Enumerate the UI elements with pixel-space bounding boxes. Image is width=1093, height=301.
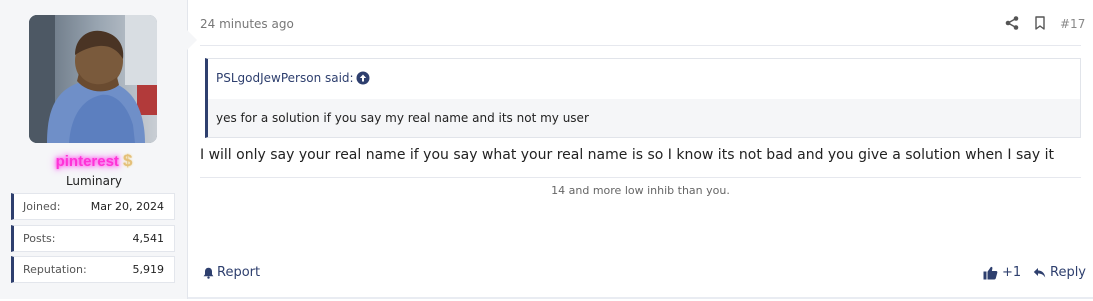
username[interactable]: pinterest: [56, 153, 119, 170]
quote-block: PSLgodJewPerson said: yes for a solution…: [205, 58, 1081, 138]
stat-label: Posts:: [23, 232, 56, 245]
stat-value: 5,919: [132, 263, 165, 276]
user-sidebar: pinterest $ Luminary Joined: Mar 20, 2024…: [0, 0, 188, 299]
user-signature: 14 and more low inhib than you.: [551, 184, 730, 197]
stat-label: Joined:: [23, 200, 61, 213]
stat-value: Mar 20, 2024: [90, 200, 164, 213]
quote-body: yes for a solution if you say my real na…: [208, 99, 1080, 137]
like-count: +1: [1002, 265, 1022, 280]
bookmark-icon[interactable]: [1034, 16, 1046, 30]
forum-post: pinterest $ Luminary Joined: Mar 20, 2024…: [0, 0, 1093, 299]
reply-arrow-icon: [1033, 267, 1046, 277]
sidebar-arrow: [187, 30, 197, 50]
signature-divider: [200, 177, 1081, 178]
user-title: Luminary: [65, 174, 123, 188]
bell-icon: [203, 267, 214, 279]
username-row: pinterest $: [0, 151, 188, 171]
stat-joined: Joined: Mar 20, 2024: [11, 193, 175, 220]
post-message: I will only say your real name if you sa…: [200, 147, 1054, 163]
user-avatar[interactable]: [29, 15, 157, 143]
post-timestamp[interactable]: 24 minutes ago: [200, 17, 294, 31]
quote-header: PSLgodJewPerson said:: [208, 59, 1080, 99]
header-divider: [200, 45, 1081, 46]
post-number-link[interactable]: #17: [1060, 17, 1085, 31]
quote-attribution[interactable]: PSLgodJewPerson said:: [216, 71, 354, 85]
report-button[interactable]: Report: [203, 265, 260, 280]
reply-label: Reply: [1050, 265, 1087, 280]
like-button[interactable]: +1: [983, 265, 1021, 280]
thumbs-up-icon: [983, 266, 998, 279]
dollar-sign-icon: $: [122, 151, 133, 170]
stat-value: 4,541: [132, 232, 165, 245]
report-label: Report: [217, 265, 261, 280]
stat-reputation: Reputation: 5,919: [11, 256, 175, 283]
share-icon[interactable]: [1005, 16, 1019, 30]
arrow-up-circle-icon[interactable]: [356, 71, 370, 85]
stat-posts: Posts: 4,541: [11, 225, 175, 252]
quote-text: yes for a solution if you say my real na…: [216, 111, 589, 125]
reply-button[interactable]: Reply: [1033, 265, 1086, 280]
stat-label: Reputation:: [23, 263, 87, 276]
avatar-image: [29, 15, 157, 143]
